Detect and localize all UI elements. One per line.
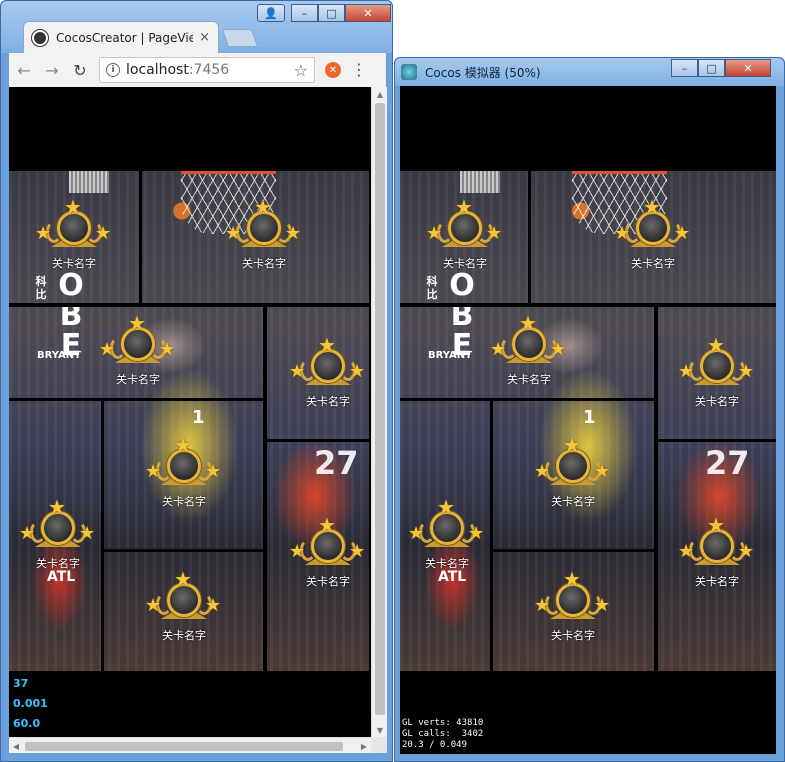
level-item[interactable]: ★ ★ ★ 关卡名字 [672,335,762,421]
back-icon[interactable]: ← [15,61,33,80]
scroll-right-icon[interactable]: ▶ [357,738,371,754]
chrome-window: CocosCreator | PageVie × 👤 – □ ✕ ← → ↻ i… [0,0,393,762]
level-item[interactable]: ★ ★ ★ 关卡名字 [219,197,309,283]
horizontal-scroll-thumb[interactable] [25,742,343,751]
browser-tab[interactable]: CocosCreator | PageVie × [23,21,219,53]
bookmark-star-icon[interactable]: ☆ [294,61,308,80]
jersey-number-1: 1 [192,407,205,428]
grid-line [658,439,776,442]
new-tab-button[interactable] [221,29,259,47]
level-label: 关卡名字 [242,257,286,270]
grid-line [139,171,142,303]
level-label: 关卡名字 [551,495,595,508]
sim-close-button[interactable]: ✕ [725,59,771,77]
browser-toolbar: ← → ↻ i localhost:7456 ☆ ✕ ⋮ [9,53,386,87]
fps-value: 37 [13,677,29,690]
level-label: 关卡名字 [116,373,160,386]
cocos-app-icon [401,64,417,80]
grid-line [654,307,658,671]
level-label: 关卡名字 [306,395,350,408]
level-item[interactable]: ★ ★ ★ 关卡名字 [93,313,183,399]
close-button[interactable]: ✕ [345,4,391,22]
level-item[interactable]: ★ ★ ★ 关卡名字 [139,435,229,521]
grid-line [263,307,267,671]
level-item[interactable]: ★ ★ ★ 关卡名字 [672,515,762,601]
chrome-window-controls: 👤 – □ ✕ [257,4,391,22]
vertical-scrollbar[interactable]: ▲ ▼ [371,87,387,737]
grid-line [493,549,654,552]
grid-line [400,303,776,307]
grid-line [104,549,263,552]
scroll-down-icon[interactable]: ▼ [372,723,388,737]
simulator-title: Cocos 模拟器 (50%) [425,65,541,80]
level-label: 关卡名字 [507,373,551,386]
web-game-canvas[interactable]: 科比 O B E BRYANT 1 27 ATL ★ ★ ★ 关卡名字 ★ ★ ★ [9,87,371,737]
level-label: 关卡名字 [306,575,350,588]
backboard [460,171,500,193]
backboard [69,171,109,193]
url-text: localhost:7456 [126,62,230,78]
level-label: 关卡名字 [695,395,739,408]
level-item[interactable]: ★ ★ ★ 关卡名字 [13,497,103,583]
profile-button[interactable]: 👤 [257,4,285,22]
level-item[interactable]: ★ ★ ★ 关卡名字 [283,515,369,601]
vertical-scroll-thumb[interactable] [375,103,385,715]
horizontal-scrollbar[interactable]: ◀ ▶ [9,737,371,753]
target-fps-value: 60.0 [13,717,41,730]
extension-icon[interactable]: ✕ [325,62,341,78]
site-info-icon[interactable]: i [106,63,120,77]
level-label: 关卡名字 [631,257,675,270]
page-view-scene: 科比 O B E BRYANT 1 27 ATL ★ ★ ★ 关卡名字 ★ ★ ★ [400,171,776,671]
tab-close-icon[interactable]: × [199,30,210,45]
chrome-menu-icon[interactable]: ⋮ [351,62,367,78]
level-item[interactable]: ★ ★ ★ 关卡名字 [484,313,574,399]
jersey-number-1: 1 [583,407,596,428]
tab-title: CocosCreator | PageVie [56,30,194,45]
level-label: 关卡名字 [162,495,206,508]
level-item[interactable]: ★ ★ ★ 关卡名字 [139,569,229,655]
kobe-text: 科比 O B E BRYANT [35,268,84,363]
simulator-titlebar: Cocos 模拟器 (50%) – □ ✕ [395,58,784,86]
grid-line [528,171,531,303]
level-label: 关卡名字 [162,629,206,642]
level-item[interactable]: ★ ★ ★ 关卡名字 [528,569,618,655]
level-item[interactable]: ★ ★ ★ 关卡名字 [420,197,510,283]
sim-minimize-button[interactable]: – [671,59,698,77]
page-view-scene: 科比 O B E BRYANT 1 27 ATL ★ ★ ★ 关卡名字 ★ ★ ★ [9,171,369,671]
level-label: 关卡名字 [695,575,739,588]
fps-stats: 37 0.001 60.0 [9,671,61,737]
chrome-titlebar: CocosCreator | PageVie × 👤 – □ ✕ [1,1,392,53]
level-item[interactable]: ★ ★ ★ 关卡名字 [608,197,698,283]
sim-maximize-button[interactable]: □ [698,59,725,77]
jersey-number-27: 27 [314,444,359,482]
scroll-left-icon[interactable]: ◀ [9,738,23,754]
gl-stats: GL verts: 43810 GL calls: 3402 20.3 / 0.… [402,718,484,750]
grid-line [267,439,369,442]
reload-icon[interactable]: ↻ [71,61,89,80]
cocos-favicon-icon [32,29,48,46]
level-label: 关卡名字 [36,557,80,570]
kobe-text: 科比 O B E BRYANT [426,268,475,363]
level-label: 关卡名字 [425,557,469,570]
level-label: 关卡名字 [551,629,595,642]
scroll-up-icon[interactable]: ▲ [372,87,388,101]
level-item[interactable]: ★ ★ ★ 关卡名字 [29,197,119,283]
level-item[interactable]: ★ ★ ★ 关卡名字 [283,335,369,421]
address-bar[interactable]: i localhost:7456 ☆ [99,57,315,83]
forward-icon[interactable]: → [43,61,61,80]
simulator-canvas[interactable]: 科比 O B E BRYANT 1 27 ATL ★ ★ ★ 关卡名字 ★ ★ ★ [400,86,776,754]
level-label: 关卡名字 [52,257,96,270]
scroll-corner [371,737,387,753]
frame-time-value: 0.001 [13,697,48,710]
level-item[interactable]: ★ ★ ★ 关卡名字 [528,435,618,521]
maximize-button[interactable]: □ [318,4,345,22]
grid-line [9,303,369,307]
level-item[interactable]: ★ ★ ★ 关卡名字 [402,497,492,583]
simulator-window: Cocos 模拟器 (50%) – □ ✕ 科比 O B E BRYANT 1 … [394,57,785,762]
minimize-button[interactable]: – [291,4,318,22]
jersey-number-27: 27 [705,444,750,482]
simulator-window-controls: – □ ✕ [671,59,771,77]
level-label: 关卡名字 [443,257,487,270]
